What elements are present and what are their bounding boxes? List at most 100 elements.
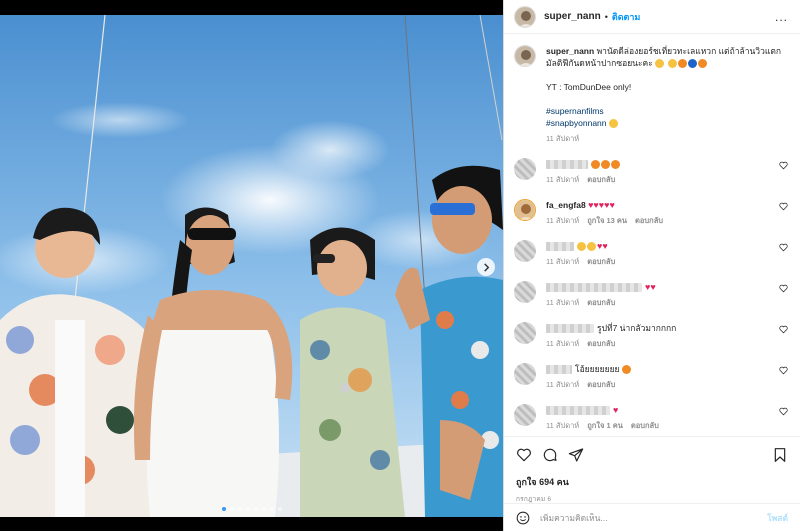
author-avatar[interactable] [514,5,536,28]
comment-like-heart-icon[interactable] [779,202,788,211]
commenter-username-blurred [546,283,642,293]
caption-line: #snapbyonnann [546,117,781,129]
post-sidebar: super_nann • ติดตาม ... super_nann พานัด… [503,0,800,531]
emoji-icon [608,119,618,129]
commenter-avatar[interactable] [514,158,536,180]
commenter-avatar[interactable] [514,404,536,426]
comments-list[interactable]: super_nann พานัดดีล่องยอร์ชเที่ยวทะเลแหว… [504,35,800,435]
caption-text-1: พานัดดีล่องยอร์ชเที่ยวทะเลแหวก แต่ถ้าล้า… [596,46,781,56]
emoji-icon [697,59,707,69]
comment-time[interactable]: 11 สัปดาห์ [546,257,579,266]
comment-time[interactable]: 11 สัปดาห์ [546,421,579,430]
comment-meta: 11 สัปดาห์ ถูกใจ 13 คน ตอบกลับ [546,215,671,227]
hashtag-link[interactable]: #supernanfilms [546,105,781,117]
comment-likes-count[interactable]: ถูกใจ 13 คน [587,216,627,225]
emoji-icon [621,365,631,375]
comment-body: ♥ 11 สัปดาห์ ถูกใจ 1 คน ตอบกลับ [546,404,685,432]
author-username[interactable]: super_nann [544,11,601,22]
post-actions: ถูกใจ 694 คน กรกฎาคม 6 [504,436,800,504]
comment-meta: 11 สัปดาห์ ตอบกลับ [546,338,676,350]
comment-like-heart-icon[interactable] [779,325,788,334]
commenter-avatar[interactable] [514,363,536,385]
post-comment-button[interactable]: โพสต์ [767,511,788,525]
comment-icon[interactable] [542,447,558,463]
comment-body: 11 สัปดาห์ ตอบกลับ [546,158,641,186]
reply-button[interactable]: ตอบกลับ [587,175,615,184]
comment-item: 11 สัปดาห์ ตอบกลับ [514,158,790,186]
hashtag-link[interactable]: #snapbyonnann [546,118,607,128]
heart-emoji-icon: ♥♥ [645,282,656,292]
comment-input[interactable] [540,512,768,523]
emoji-icon [611,160,620,170]
comment-time[interactable]: 11 สัปดาห์ [546,298,579,307]
commenter-avatar[interactable] [514,281,536,303]
caption-meta: 11 สัปดาห์ [546,133,781,145]
comment-like-heart-icon[interactable] [779,243,788,252]
emoji-icon [601,160,610,170]
chevron-right-icon [483,262,489,272]
caption-line: มัลติฟีกันดหน้าปากซอยนะคะ [546,57,781,69]
comment-meta: 11 สัปดาห์ ถูกใจ 1 คน ตอบกลับ [546,420,667,432]
commenter-avatar[interactable] [514,240,536,262]
reply-button[interactable]: ตอบกลับ [631,421,659,430]
commenter-avatar[interactable] [514,322,536,344]
emoji-icon [667,59,677,69]
reply-button[interactable]: ตอบกลับ [587,298,615,307]
comment-time[interactable]: 11 สัปดาห์ [546,380,579,389]
instagram-post-window: super_nann • ติดตาม ... super_nann พานัด… [0,0,800,531]
carousel-dot [277,507,282,511]
comment-item: ♥♥ 11 สัปดาห์ ตอบกลับ [514,281,790,309]
more-icon[interactable]: ... [775,10,788,24]
carousel-dot [237,507,242,511]
like-heart-icon[interactable] [516,447,532,463]
comment-like-heart-icon[interactable] [779,284,788,293]
follow-button[interactable]: ติดตาม [612,10,641,24]
carousel-next-button[interactable] [477,258,495,276]
photo-illustration [0,0,503,531]
emoji-icon[interactable] [516,511,530,525]
comment-like-heart-icon[interactable] [779,366,788,375]
emoji-icon [677,59,687,69]
caption: super_nann พานัดดีล่องยอร์ชเที่ยวทะเลแหว… [514,45,790,145]
comment-meta: 11 สัปดาห์ ตอบกลับ [546,297,656,309]
commenter-username-blurred [546,406,610,416]
commenter-username[interactable]: fa_engfa8 [546,200,586,210]
comment-time[interactable]: 11 สัปดาห์ [546,175,579,184]
reply-button[interactable]: ตอบกลับ [587,380,615,389]
comment-like-heart-icon[interactable] [779,161,788,170]
post-header: super_nann • ติดตาม ... [504,0,800,34]
likes-count[interactable]: ถูกใจ 694 คน [516,475,788,489]
comment-text: โอ้ยยยยยยย [575,364,620,374]
caption-username[interactable]: super_nann [546,46,594,56]
bookmark-icon[interactable] [772,447,788,463]
reply-button[interactable]: ตอบกลับ [587,339,615,348]
comment-item: ♥♥ 11 สัปดาห์ ตอบกลับ [514,240,790,268]
comment-time[interactable]: 11 สัปดาห์ [546,216,579,225]
comment-meta: 11 สัปดาห์ ตอบกลับ [546,174,623,186]
author-avatar[interactable] [514,45,536,67]
comment-text: รูปที่7 น่ากลัวมากกกก [597,323,677,333]
carousel-dot [261,507,266,511]
commenter-username-blurred [546,160,588,170]
carousel-indicator [0,507,503,511]
commenter-username-blurred [546,324,594,334]
comment-body: ♥♥ 11 สัปดาห์ ตอบกลับ [546,240,641,268]
emoji-icon [591,160,600,170]
commenter-avatar[interactable] [514,199,536,221]
comment-time[interactable]: 11 สัปดาห์ [546,339,579,348]
post-photo[interactable] [0,0,503,531]
reply-button[interactable]: ตอบกลับ [635,216,663,225]
caption-yt: YT : TomDunDee only! [546,82,632,92]
caption-time[interactable]: 11 สัปดาห์ [546,134,579,143]
comment-likes-count[interactable]: ถูกใจ 1 คน [587,421,623,430]
comment-body: โอ้ยยยยยยย 11 สัปดาห์ ตอบกลับ [546,363,650,391]
comment-item: โอ้ยยยยยยย 11 สัปดาห์ ตอบกลับ [514,363,790,391]
carousel-dot [245,507,250,511]
add-comment-bar: โพสต์ [504,503,800,531]
comment-body: fa_engfa8 ♥♥♥♥♥ 11 สัปดาห์ ถูกใจ 13 คน ตอบ… [546,199,689,227]
comment-like-heart-icon[interactable] [779,407,788,416]
carousel-dot [269,507,274,511]
share-icon[interactable] [568,447,584,463]
reply-button[interactable]: ตอบกลับ [587,257,615,266]
caption-text-2: มัลติฟีกันดหน้าปากซอยนะคะ [546,58,653,68]
